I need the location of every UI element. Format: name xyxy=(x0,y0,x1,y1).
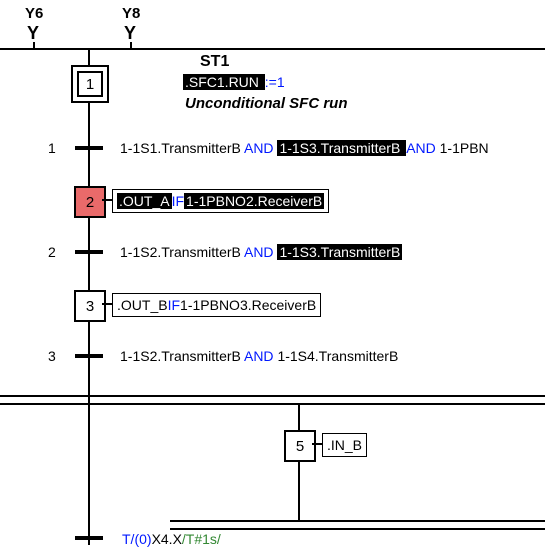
t3-seg2: 1-1S4.TransmitterB xyxy=(277,348,398,364)
step-5[interactable]: 5 xyxy=(284,430,316,462)
transition-1-label: 1 xyxy=(48,140,56,156)
sim-branch-top xyxy=(0,395,545,397)
t1-seg1: 1-1S1.TransmitterB xyxy=(120,140,244,156)
st1-heading: ST1 xyxy=(200,53,229,71)
step-3-num: 3 xyxy=(86,298,94,315)
sim-join-top xyxy=(170,520,545,522)
transition-2-label: 2 xyxy=(48,244,56,260)
sfc-diagram: Y6 Y8 Y Y ST1 .SFC1.RUN :=1 Unconditiona… xyxy=(0,0,545,545)
y6-stub xyxy=(33,42,35,50)
a3-cond: 1-1PBNO3.ReceiverB xyxy=(180,297,316,313)
step-2[interactable]: 2 xyxy=(74,186,106,218)
t3-and1: AND xyxy=(244,348,277,364)
transition-4-tick[interactable] xyxy=(75,536,103,540)
y8-tick-icon: Y xyxy=(124,24,136,42)
step-5-num: 5 xyxy=(296,438,304,455)
a2-out: .OUT_A xyxy=(117,193,172,209)
sim-branch-bottom xyxy=(0,403,545,405)
a2-if: IF xyxy=(172,193,184,209)
t1-and1: AND xyxy=(244,140,277,156)
a2-cond: 1-1PBNO2.ReceiverB xyxy=(184,193,324,209)
branch-left-rail xyxy=(88,403,90,545)
transition-3-expr: 1-1S2.TransmitterB AND 1-1S4.Transmitter… xyxy=(120,348,398,364)
transition-1-expr: 1-1S1.TransmitterB AND 1-1S3.Transmitter… xyxy=(120,140,489,156)
step-1[interactable]: 1 xyxy=(71,65,109,103)
main-rail xyxy=(88,48,90,420)
t2-seg1: 1-1S2.TransmitterB xyxy=(120,244,244,260)
sfc-run-token: .SFC1.RUN xyxy=(183,74,265,90)
a5-out: .IN_B xyxy=(327,437,362,453)
t1-seg2: 1-1S3.TransmitterB xyxy=(277,140,406,156)
t1-and2: AND xyxy=(406,140,439,156)
step-2-action[interactable]: .OUT_A IF 1-1PBNO2.ReceiverB xyxy=(112,189,329,213)
step-3-action-link xyxy=(102,303,112,305)
y8-label: Y8 xyxy=(122,5,140,22)
t2-seg2: 1-1S3.TransmitterB xyxy=(277,244,402,260)
top-rail xyxy=(0,48,545,50)
y6-label: Y6 xyxy=(25,5,43,22)
transition-2-tick[interactable] xyxy=(75,250,103,254)
sim-join-bottom xyxy=(170,528,545,530)
sfc-run-assign: .SFC1.RUN :=1 xyxy=(183,74,285,90)
step-3-action[interactable]: .OUT_B IF 1-1PBNO3.ReceiverB xyxy=(112,293,321,317)
step-1-num: 1 xyxy=(86,76,94,93)
unconditional-comment: Unconditional SFC run xyxy=(185,95,348,112)
t2-and1: AND xyxy=(244,244,277,260)
transition-2-expr: 1-1S2.TransmitterB AND 1-1S3.Transmitter… xyxy=(120,244,402,260)
step-3[interactable]: 3 xyxy=(74,290,106,322)
transition-3-label: 3 xyxy=(48,348,56,364)
step-5-action[interactable]: .IN_B xyxy=(322,433,367,457)
t1-seg3: 1-1PBN xyxy=(440,140,489,156)
a3-out: .OUT_B xyxy=(117,297,168,313)
transition-3-tick[interactable] xyxy=(75,354,103,358)
assign-token: :=1 xyxy=(265,74,285,90)
y8-stub xyxy=(130,42,132,50)
step-5-action-link xyxy=(312,443,322,445)
y6-tick-icon: Y xyxy=(27,24,39,42)
step-2-num: 2 xyxy=(86,194,94,211)
step-2-action-link xyxy=(102,199,112,201)
transition-1-tick[interactable] xyxy=(75,146,103,150)
a3-if: IF xyxy=(168,297,180,313)
t3-seg1: 1-1S2.TransmitterB xyxy=(120,348,244,364)
